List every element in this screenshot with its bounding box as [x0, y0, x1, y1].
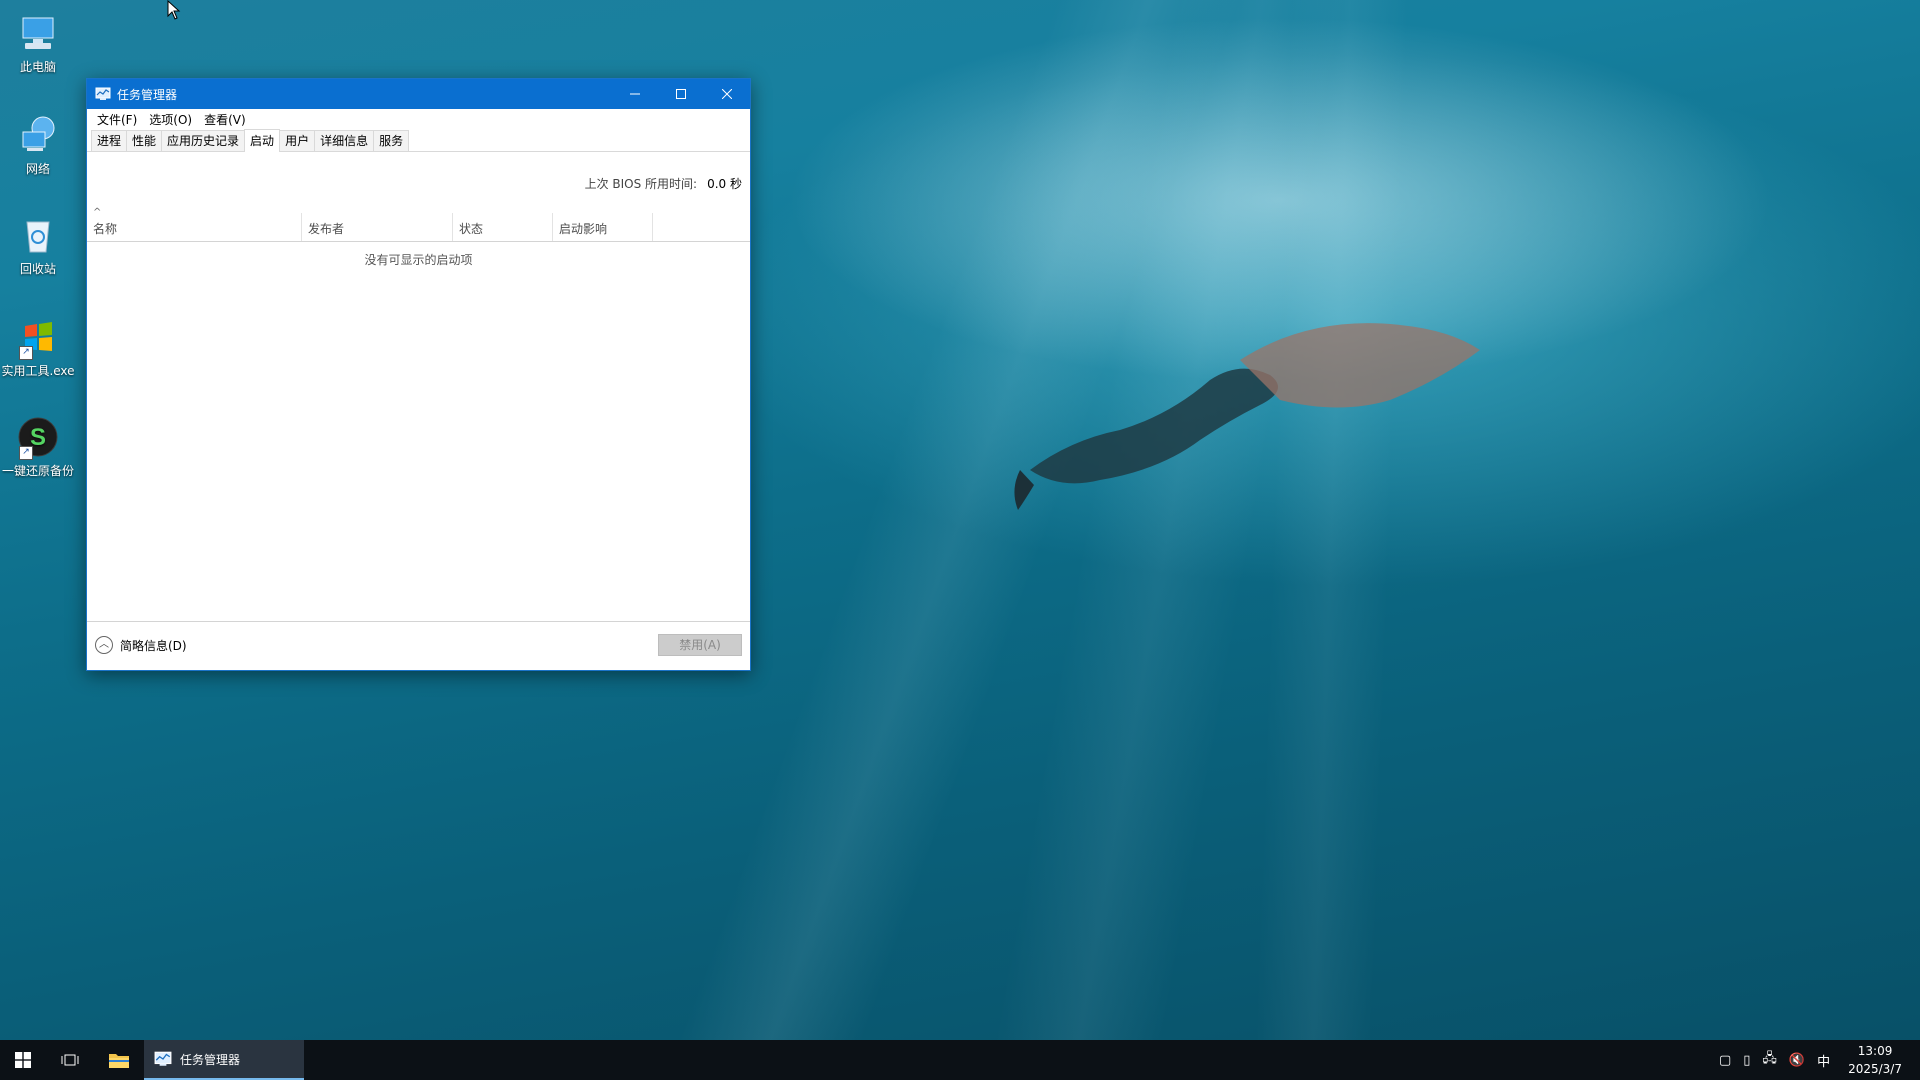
shortcut-arrow-icon: ↗	[19, 346, 33, 360]
column-startup-impact[interactable]: 启动影响	[553, 213, 653, 241]
desktop-icon-this-pc[interactable]: 此电脑	[0, 6, 76, 75]
task-manager-icon	[95, 87, 111, 100]
volume-muted-icon[interactable]: 🔇	[1789, 1053, 1805, 1068]
recycle-bin-icon	[17, 214, 59, 256]
computer-icon	[17, 12, 59, 54]
column-publisher[interactable]: 发布者	[302, 213, 453, 241]
start-button[interactable]	[0, 1040, 46, 1080]
wallpaper-diver	[1014, 323, 1480, 510]
desktop-icon-label: 网络	[25, 162, 50, 176]
tab-performance[interactable]: 性能	[126, 130, 163, 151]
folder-icon	[109, 1054, 129, 1068]
file-explorer-button[interactable]	[94, 1040, 144, 1080]
menu-view[interactable]: 查看(V)	[198, 111, 252, 128]
column-name[interactable]: ^ 名称	[87, 207, 302, 241]
desktop-icon-label: 一键还原备份	[1, 464, 74, 478]
desktop-icon-network[interactable]: 网络	[0, 108, 76, 177]
usb-device-icon[interactable]: ▯	[1743, 1053, 1750, 1068]
disable-button[interactable]: 禁用(A)	[658, 634, 742, 656]
desktop-icon-recycle-bin[interactable]: 回收站	[0, 208, 76, 277]
tab-startup[interactable]: 启动	[244, 129, 281, 152]
task-view-icon	[61, 1054, 79, 1066]
startup-table-header: ^ 名称 发布者 状态 启动影响	[87, 207, 750, 242]
menu-bar: 文件(F) 选项(O) 查看(V)	[87, 109, 750, 129]
clock[interactable]: 13:09 2025/3/7	[1848, 1042, 1902, 1078]
desktop-icon-label: 实用工具.exe	[1, 364, 75, 378]
notification-icon[interactable]: ▢	[1719, 1053, 1731, 1068]
clock-date: 2025/3/7	[1848, 1062, 1902, 1076]
desktop-icon-utility-tool[interactable]: ↗ 实用工具.exe	[0, 310, 76, 379]
mouse-pointer-icon	[167, 0, 181, 20]
desktop-icon-label: 回收站	[19, 262, 56, 276]
shortcut-arrow-icon: ↗	[19, 446, 33, 460]
bios-time: 上次 BIOS 所用时间: 0.0 秒	[585, 175, 742, 192]
fewer-details-button[interactable]: ︿ 简略信息(D)	[95, 636, 187, 654]
column-status[interactable]: 状态	[453, 213, 553, 241]
backup-restore-s-icon: S ↗	[17, 416, 59, 460]
fewer-details-label: 简略信息(D)	[120, 638, 187, 653]
taskbar-task-manager[interactable]: 任务管理器	[144, 1040, 304, 1080]
tab-services[interactable]: 服务	[373, 130, 410, 151]
bios-time-label: 上次 BIOS 所用时间:	[584, 177, 698, 191]
maximize-icon	[676, 89, 686, 99]
bios-time-value: 0.0 秒	[707, 177, 742, 191]
maximize-button[interactable]	[658, 79, 704, 109]
desktop-icon-backup-restore[interactable]: S ↗ 一键还原备份	[0, 410, 76, 479]
task-manager-icon	[154, 1051, 172, 1066]
window-footer: ︿ 简略信息(D) 禁用(A)	[87, 621, 750, 670]
tab-strip: 进程 性能 应用历史记录 启动 用户 详细信息 服务	[87, 129, 750, 152]
close-icon	[722, 89, 732, 99]
input-method-indicator[interactable]: 中	[1817, 1051, 1830, 1070]
network-globe-icon	[17, 114, 59, 156]
chevron-up-icon: ︿	[95, 636, 113, 654]
windows-start-icon	[15, 1052, 31, 1068]
tab-details[interactable]: 详细信息	[314, 130, 375, 151]
task-view-button[interactable]	[46, 1040, 94, 1080]
desktop-icon-label: 此电脑	[19, 60, 56, 74]
tab-processes[interactable]: 进程	[91, 130, 128, 151]
menu-file[interactable]: 文件(F)	[91, 111, 143, 128]
empty-list-message: 没有可显示的启动项	[364, 253, 473, 267]
taskbar: 任务管理器 ▢ ▯ 🖧 🔇 中 13:09 2025/3/7	[0, 1040, 1920, 1080]
minimize-icon	[630, 93, 640, 95]
task-manager-window: 任务管理器 文件(F) 选项(O) 查看(V) 进程 性能 应用历史记录 启动 …	[86, 78, 751, 671]
minimize-button[interactable]	[612, 79, 658, 109]
windows-logo-icon: ↗	[17, 316, 59, 360]
clock-time: 13:09	[1857, 1044, 1893, 1058]
network-icon[interactable]: 🖧	[1762, 1049, 1777, 1071]
tab-users[interactable]: 用户	[279, 130, 316, 151]
taskbar-app-label: 任务管理器	[180, 1052, 241, 1067]
tab-app-history[interactable]: 应用历史记录	[161, 130, 246, 151]
menu-options[interactable]: 选项(O)	[143, 111, 198, 128]
title-bar[interactable]: 任务管理器	[87, 79, 750, 109]
window-title: 任务管理器	[117, 87, 178, 102]
close-button[interactable]	[704, 79, 750, 109]
system-tray: ▢ ▯ 🖧 🔇 中 13:09 2025/3/7	[1713, 1040, 1908, 1080]
